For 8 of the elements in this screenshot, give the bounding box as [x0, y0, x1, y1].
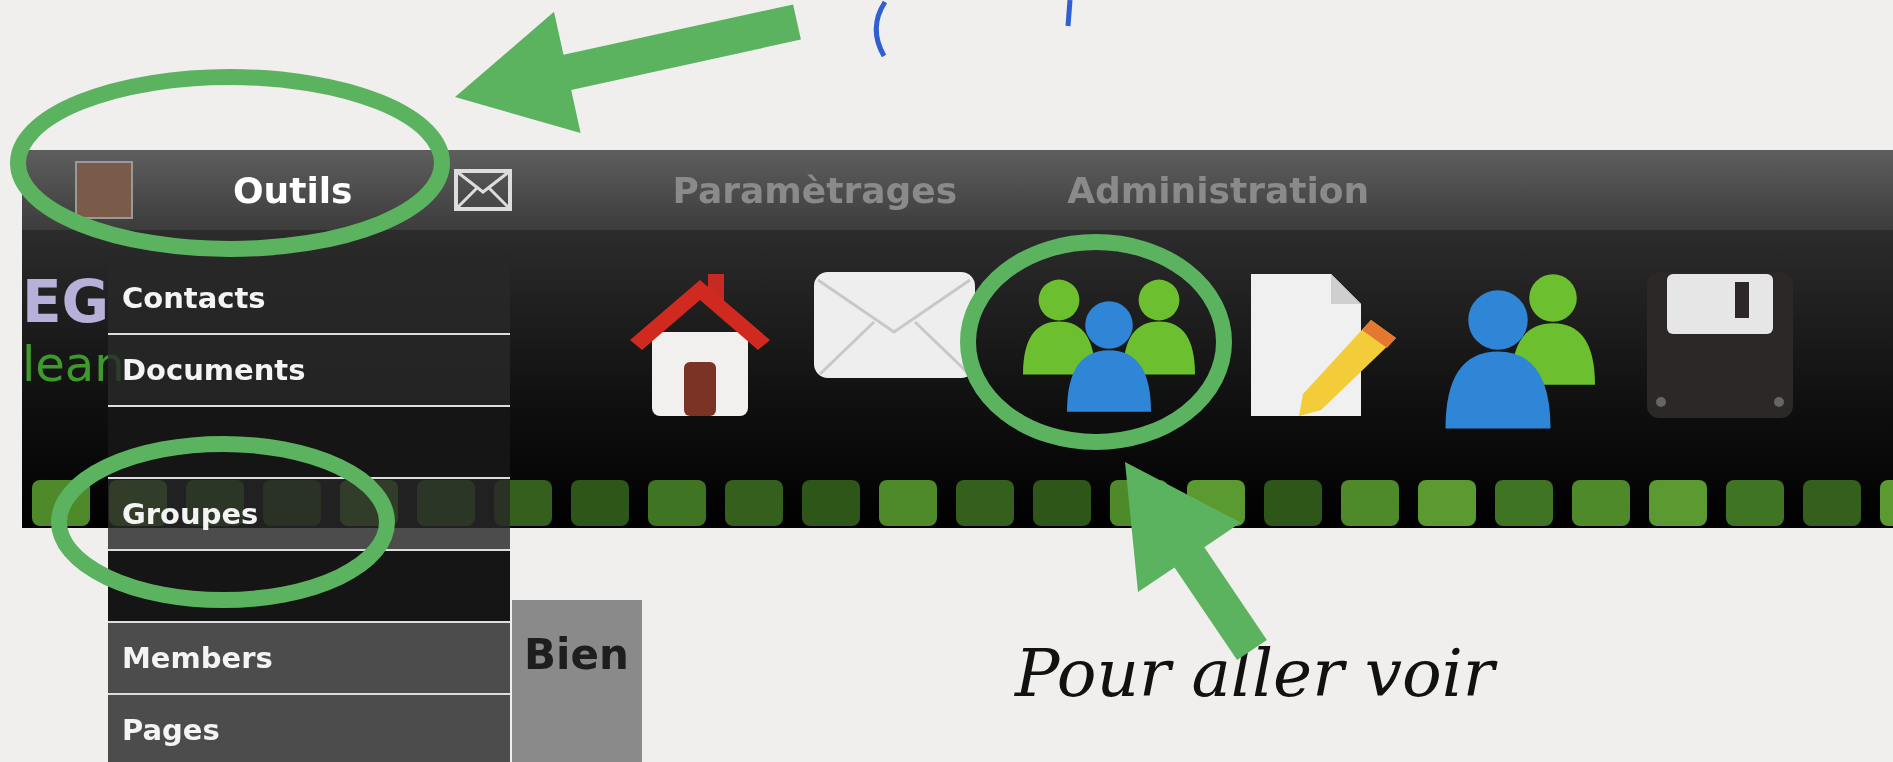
logo-text: EG [22, 270, 110, 334]
mail-icon[interactable] [452, 168, 513, 212]
envelope-icon[interactable] [812, 270, 977, 380]
menu-bar-item[interactable]: Outils [233, 169, 353, 211]
menu-item[interactable]: Pages [108, 695, 510, 762]
menu-item[interactable]: Members [108, 623, 510, 695]
panel-heading: Bien [524, 630, 629, 679]
menu-item[interactable]: Contacts [108, 263, 510, 335]
